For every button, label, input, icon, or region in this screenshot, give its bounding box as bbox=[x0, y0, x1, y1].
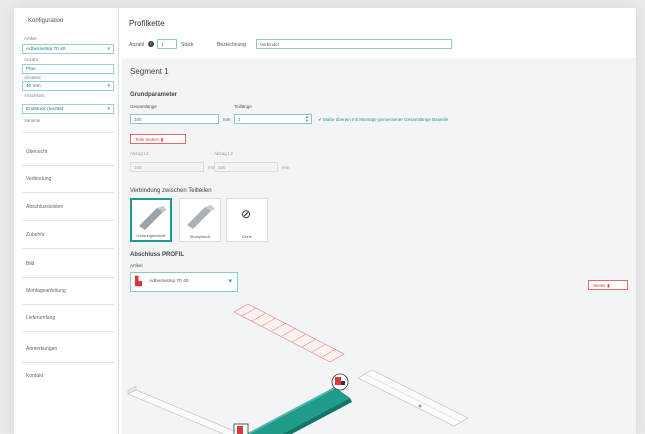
continue-button[interactable]: Weiter ▮ bbox=[588, 280, 628, 290]
sidebar-link-contact[interactable]: Kontakt bbox=[26, 373, 43, 379]
tile-none-label: Ohne bbox=[242, 234, 252, 239]
sidebar-link-connection[interactable]: Verbindung bbox=[26, 176, 51, 182]
segment-title: Segment 1 bbox=[130, 67, 169, 76]
sidebar-field1-label: Artikel bbox=[24, 36, 37, 41]
sidebar-divider bbox=[22, 192, 114, 193]
sidebar-count-value: Plan bbox=[26, 67, 36, 72]
no-entry-icon: ⊘ bbox=[241, 207, 252, 221]
x2-unit: mm bbox=[282, 165, 290, 170]
sidebar-heading: Konfiguration bbox=[28, 18, 64, 24]
x2-input: 100 bbox=[214, 162, 278, 172]
chevron-down-icon: ▾ bbox=[107, 46, 110, 52]
tile-miter-label: Gehrungsschnitt bbox=[136, 233, 166, 238]
count-input[interactable]: 1 bbox=[157, 39, 177, 49]
profile-angle-icon bbox=[139, 206, 167, 230]
sidebar-article-value: Adhesivstrip 70 40 bbox=[26, 47, 66, 52]
x1-input: 100 bbox=[130, 162, 204, 172]
name-input[interactable]: Verbinder bbox=[256, 39, 452, 49]
chevron-down-icon: ▾ bbox=[228, 278, 232, 285]
start-cap-marker-icon bbox=[233, 423, 249, 434]
length-hint-text: Maße überein mit Montage gemessener Gesa… bbox=[323, 117, 449, 122]
connection-heading: Verbindung zwischen Teilteilen bbox=[130, 188, 212, 194]
sidebar-divider bbox=[22, 277, 114, 278]
continue-label: Weiter bbox=[593, 283, 606, 288]
sidebar-field2-label: Anzahl bbox=[24, 57, 38, 62]
length-label: Gesamtlänge bbox=[130, 104, 157, 109]
profile-straight-icon bbox=[187, 205, 215, 229]
sidebar-link-image[interactable]: Bild bbox=[26, 261, 34, 267]
tile-miter[interactable]: Gehrungsschnitt bbox=[130, 198, 172, 242]
sidebar: Konfiguration Artikel Adhesivstrip 70 40… bbox=[14, 8, 119, 434]
left-profile-strip bbox=[127, 385, 242, 434]
end-article-select[interactable]: ▙ Adhesivstrip 70 40 ▾ bbox=[130, 272, 238, 292]
sidebar-divider bbox=[22, 165, 114, 166]
basic-params-heading: Grundparameter bbox=[130, 92, 178, 98]
tile-none[interactable]: ⊘ Ohne bbox=[226, 198, 268, 242]
sidebar-link-notes[interactable]: Anmerkungen bbox=[26, 346, 57, 352]
stepper-arrows-icon[interactable]: ▲ ▼ bbox=[305, 115, 309, 123]
sidebar-count-select[interactable]: Plan bbox=[22, 64, 114, 74]
sidebar-connection-value: Endstück (rechts) bbox=[26, 107, 64, 112]
end-cap-icon: ▙ bbox=[135, 276, 142, 286]
sidebar-link-scope[interactable]: Lieferumfang bbox=[26, 315, 55, 321]
sidebar-divider bbox=[22, 331, 114, 332]
name-label: Bezeichnung bbox=[217, 42, 246, 48]
info-icon: i bbox=[148, 41, 154, 47]
app-window: Konfiguration Artikel Adhesivstrip 70 40… bbox=[14, 8, 636, 434]
length-unit: mm bbox=[223, 117, 231, 122]
segment-panel: Segment 1 Grundparameter Gesamtlänge 100… bbox=[122, 58, 636, 434]
length-input[interactable]: 100 bbox=[130, 114, 219, 124]
right-profile-strip bbox=[357, 369, 469, 427]
change-parts-label: Teile ändern bbox=[135, 137, 160, 142]
trash-icon: ▮ bbox=[160, 137, 164, 142]
sidebar-distance-select[interactable]: 40 mm ▾ bbox=[22, 81, 114, 91]
count-label: Anzahl bbox=[129, 42, 145, 48]
sidebar-divider bbox=[22, 362, 114, 363]
sidebar-divider bbox=[22, 132, 114, 133]
sidebar-divider bbox=[22, 248, 114, 249]
selected-profile bbox=[245, 384, 352, 434]
length-hint: ✔ Maße überein mit Montage gemessener Ge… bbox=[318, 117, 448, 123]
sidebar-link-manual[interactable]: Montageanleitung bbox=[26, 288, 66, 294]
sidebar-field3-label: Abstand bbox=[24, 75, 41, 80]
end-label: Artikel bbox=[130, 263, 143, 268]
sidebar-article-select[interactable]: Adhesivstrip 70 40 ▾ bbox=[22, 44, 114, 54]
end-heading: Abschluss PROFIL bbox=[130, 252, 185, 258]
chevron-down-icon: ▾ bbox=[107, 106, 110, 112]
parts-value: 1 bbox=[238, 117, 241, 122]
parts-label: Teillänge bbox=[234, 104, 252, 109]
sidebar-field4-label: Anschluss bbox=[24, 93, 45, 98]
sidebar-link-end-strips[interactable]: Abschlussleisten bbox=[26, 204, 63, 210]
tile-butt[interactable]: Stumpfstoß bbox=[179, 198, 221, 242]
main-panel: Profilkette Anzahl i 1 Stück Bezeichnung… bbox=[119, 8, 636, 434]
unit-label: Stück bbox=[181, 42, 194, 48]
parts-stepper[interactable]: 1 ▲ ▼ bbox=[234, 114, 312, 124]
tile-butt-label: Stumpfstoß bbox=[189, 234, 211, 239]
sidebar-divider bbox=[22, 304, 114, 305]
sidebar-field5-label: Variante bbox=[24, 118, 41, 123]
sidebar-link-accessories[interactable]: Zubehör bbox=[26, 232, 45, 238]
end-cap-marker-icon bbox=[331, 373, 349, 391]
change-parts-button[interactable]: Teile ändern ▮ bbox=[130, 134, 186, 144]
end-article-value: Adhesivstrip 70 40 bbox=[149, 279, 189, 284]
chevron-down-icon: ▾ bbox=[107, 83, 110, 89]
ghost-profile bbox=[233, 303, 345, 363]
sidebar-link-overview[interactable]: Übersicht bbox=[26, 149, 47, 155]
profile-3d-preview bbox=[127, 303, 469, 434]
sidebar-distance-value: 40 mm bbox=[26, 84, 41, 89]
x2-label: Abzug L2 bbox=[214, 151, 234, 156]
trash-icon: ▮ bbox=[607, 283, 610, 288]
x1-label: Abzug L1 bbox=[130, 151, 150, 156]
page-title: Profilkette bbox=[129, 19, 165, 28]
sidebar-divider bbox=[22, 220, 114, 221]
sidebar-connection-select[interactable]: Endstück (rechts) ▾ bbox=[22, 104, 114, 114]
